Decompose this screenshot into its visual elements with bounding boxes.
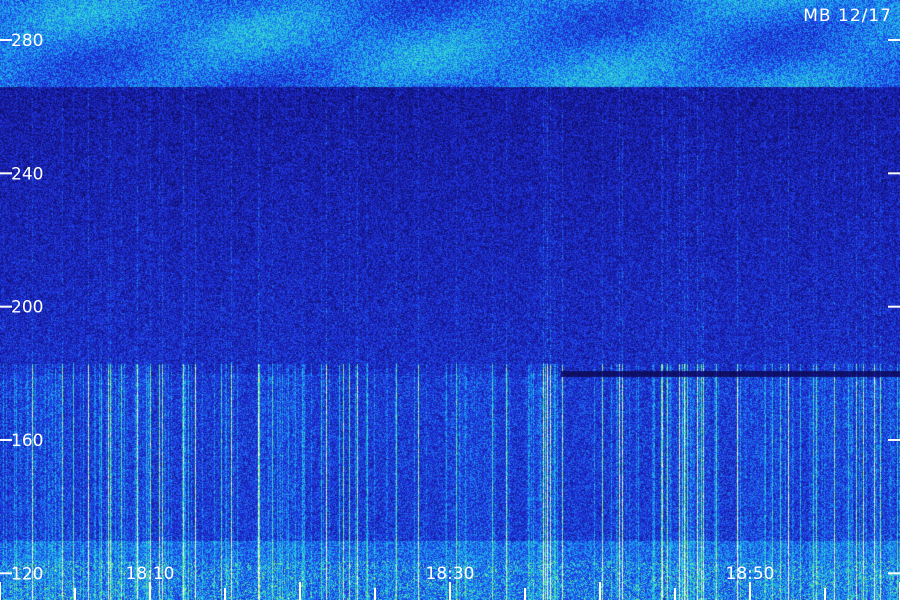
y-tick-label: 200 [11, 298, 43, 318]
y-axis: 120 160 200 240 280 [0, 31, 900, 584]
x-axis: 18:10 18:30 18:50 [0, 564, 900, 600]
x-tick-label: 18:30 [426, 564, 475, 584]
y-tick-label: 160 [11, 431, 43, 451]
y-tick-label: 120 [11, 564, 43, 584]
chart-overlay: 120 160 200 240 280 18:10 18:30 18:50 [0, 31, 900, 600]
y-tick-label: 240 [11, 164, 43, 184]
x-tick-label: 18:10 [126, 564, 175, 584]
station-label: MB 12/17 [803, 6, 892, 26]
y-tick-label: 280 [11, 31, 43, 51]
x-tick-label: 18:50 [726, 564, 775, 584]
